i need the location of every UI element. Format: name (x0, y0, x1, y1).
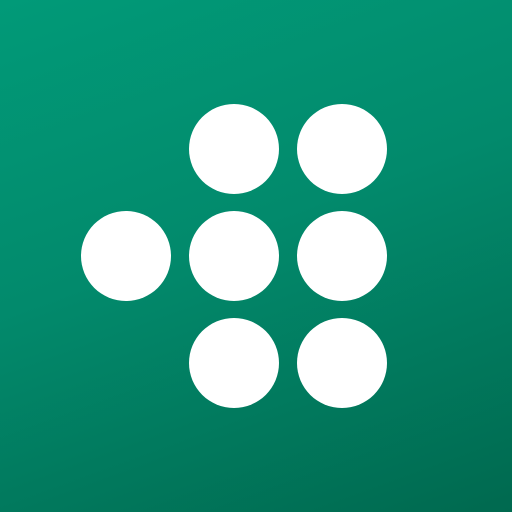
app-icon (0, 0, 512, 512)
logo-dot (297, 211, 387, 301)
logo-dot (189, 104, 279, 194)
logo-dot (189, 211, 279, 301)
logo-dot (297, 104, 387, 194)
logo-dot (297, 318, 387, 408)
logo-dot (189, 318, 279, 408)
logo-dot (81, 211, 171, 301)
